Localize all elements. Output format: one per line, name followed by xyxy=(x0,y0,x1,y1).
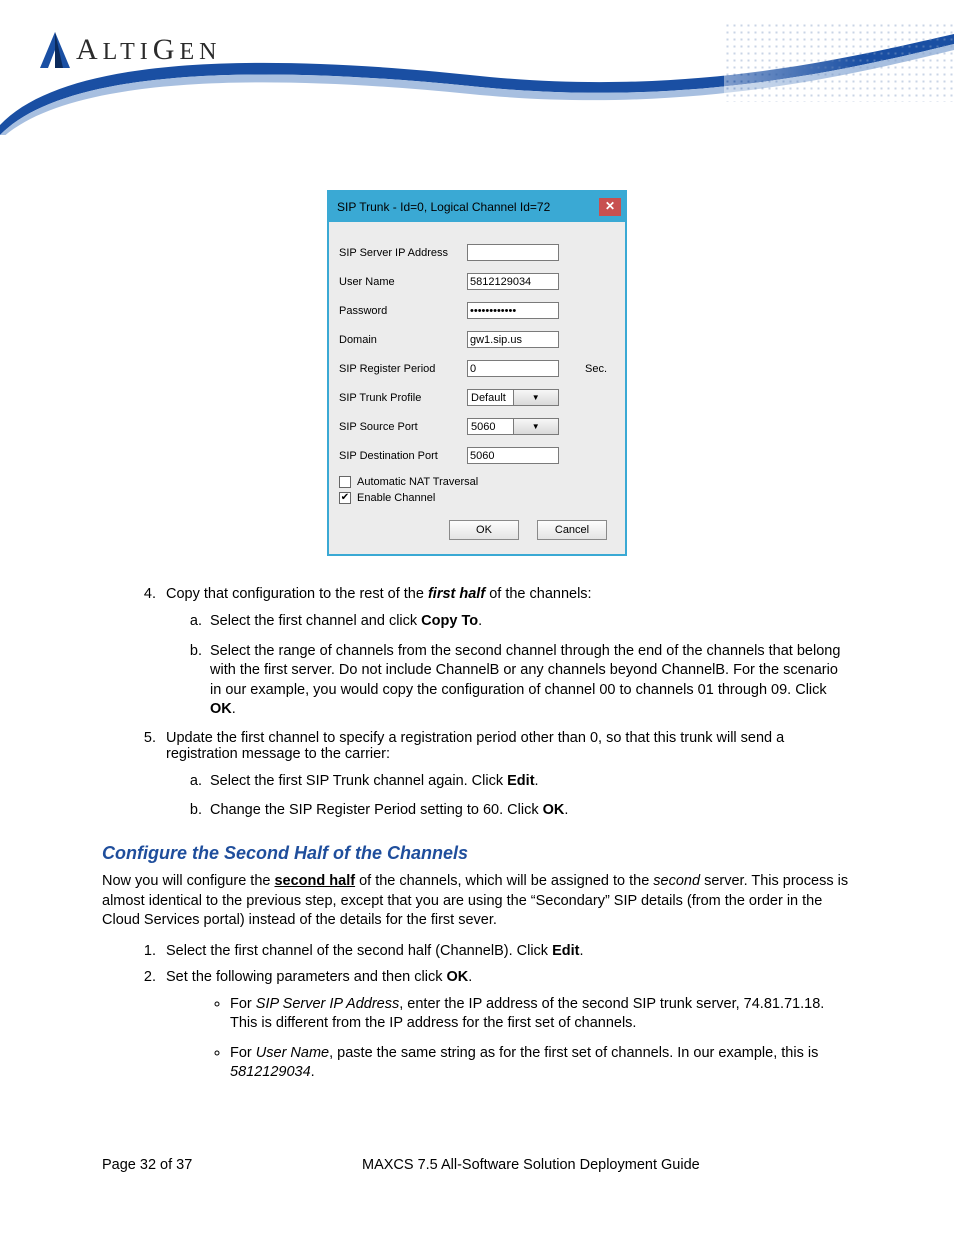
text-bold: OK xyxy=(210,701,232,717)
input-register-period[interactable] xyxy=(467,360,559,377)
label-domain: Domain xyxy=(339,334,467,346)
text-bold: OK xyxy=(543,802,565,818)
text-italic: second xyxy=(653,873,700,889)
text: of the channels, which will be assigned … xyxy=(355,873,653,889)
text: of the channels: xyxy=(485,586,591,602)
text: . xyxy=(535,773,539,789)
footer-page-number: Page 32 of 37 xyxy=(102,1157,362,1173)
list-item: For User Name, paste the same string as … xyxy=(230,1044,852,1083)
page-footer: Page 32 of 37 MAXCS 7.5 All-Software Sol… xyxy=(0,1157,954,1173)
brand-logo: ALTIGEN xyxy=(38,30,221,70)
text-italic: 5812129034 xyxy=(230,1064,311,1080)
list-item: Select the range of channels from the se… xyxy=(206,642,852,720)
combo-source-port-value: 5060 xyxy=(468,421,513,433)
text: For xyxy=(230,996,256,1012)
label-source-port: SIP Source Port xyxy=(339,421,467,433)
input-user-name[interactable] xyxy=(467,273,559,290)
list-item: Set the following parameters and then cl… xyxy=(160,969,852,1083)
input-password[interactable] xyxy=(467,302,559,319)
page-content: SIP Trunk - Id=0, Logical Channel Id=72 … xyxy=(0,135,954,1083)
chevron-down-icon: ▼ xyxy=(513,390,559,405)
text-italic: SIP Server IP Address xyxy=(256,996,399,1012)
sip-trunk-dialog: SIP Trunk - Id=0, Logical Channel Id=72 … xyxy=(327,190,627,556)
text: . xyxy=(311,1064,315,1080)
text-bold: Copy To xyxy=(421,613,478,629)
list-item: For SIP Server IP Address, enter the IP … xyxy=(230,995,852,1034)
dialog-title: SIP Trunk - Id=0, Logical Channel Id=72 xyxy=(337,200,599,214)
checkbox-enable-channel[interactable]: ✔ xyxy=(339,492,351,504)
text-bold: Edit xyxy=(552,943,579,959)
text-bold: Edit xyxy=(507,773,534,789)
label-user-name: User Name xyxy=(339,276,467,288)
combo-trunk-profile-value: Default xyxy=(468,392,513,404)
text: Change the SIP Register Period setting t… xyxy=(210,802,543,818)
text-bold: OK xyxy=(446,969,468,985)
text: Copy that configuration to the rest of t… xyxy=(166,586,428,602)
list-item: Select the first channel of the second h… xyxy=(160,943,852,959)
dialog-titlebar: SIP Trunk - Id=0, Logical Channel Id=72 … xyxy=(329,192,625,222)
list-item: Change the SIP Register Period setting t… xyxy=(206,801,852,821)
text: Update the first channel to specify a re… xyxy=(166,730,784,762)
label-auto-nat: Automatic NAT Traversal xyxy=(357,476,478,488)
label-password: Password xyxy=(339,305,467,317)
page-header: ALTIGEN xyxy=(0,0,954,135)
chevron-down-icon: ▼ xyxy=(513,419,559,434)
combo-trunk-profile[interactable]: Default ▼ xyxy=(467,389,559,406)
label-register-period: SIP Register Period xyxy=(339,363,467,375)
section-paragraph: Now you will configure the second half o… xyxy=(102,872,852,931)
text: For xyxy=(230,1045,256,1061)
checkbox-auto-nat[interactable] xyxy=(339,476,351,488)
label-enable-channel: Enable Channel xyxy=(357,492,435,504)
combo-source-port[interactable]: 5060 ▼ xyxy=(467,418,559,435)
instruction-list-2: Select the first channel of the second h… xyxy=(102,943,852,1083)
label-dest-port: SIP Destination Port xyxy=(339,450,467,462)
footer-doc-title: MAXCS 7.5 All-Software Solution Deployme… xyxy=(362,1157,852,1173)
text: . xyxy=(564,802,568,818)
text: . xyxy=(478,613,482,629)
input-sip-server-ip[interactable] xyxy=(467,244,559,261)
label-sip-server-ip: SIP Server IP Address xyxy=(339,247,467,259)
close-icon[interactable]: ✕ xyxy=(599,198,621,216)
list-item: Copy that configuration to the rest of t… xyxy=(160,586,852,720)
brand-text: ALTIGEN xyxy=(76,33,221,67)
header-dot-pattern xyxy=(724,22,954,102)
section-heading: Configure the Second Half of the Channel… xyxy=(102,843,852,864)
label-trunk-profile: SIP Trunk Profile xyxy=(339,392,467,404)
ok-button[interactable]: OK xyxy=(449,520,519,540)
text: Select the first channel and click xyxy=(210,613,421,629)
text-underline-bold: second half xyxy=(274,873,355,889)
brand-mark-icon xyxy=(38,30,72,70)
text: , paste the same string as for the first… xyxy=(329,1045,818,1061)
text: Select the first SIP Trunk channel again… xyxy=(210,773,507,789)
text: Now you will configure the xyxy=(102,873,274,889)
text: Select the range of channels from the se… xyxy=(210,643,840,698)
text: . xyxy=(468,969,472,985)
text-emphasis: first half xyxy=(428,586,485,602)
cancel-button[interactable]: Cancel xyxy=(537,520,607,540)
text: . xyxy=(579,943,583,959)
text: . xyxy=(232,701,236,717)
input-domain[interactable] xyxy=(467,331,559,348)
text-italic: User Name xyxy=(256,1045,329,1061)
input-dest-port[interactable] xyxy=(467,447,559,464)
text: Select the first channel of the second h… xyxy=(166,943,552,959)
label-register-period-suffix: Sec. xyxy=(585,363,607,375)
text: Set the following parameters and then cl… xyxy=(166,969,446,985)
list-item: Select the first channel and click Copy … xyxy=(206,612,852,632)
list-item: Select the first SIP Trunk channel again… xyxy=(206,772,852,792)
list-item: Update the first channel to specify a re… xyxy=(160,730,852,821)
instruction-list: Copy that configuration to the rest of t… xyxy=(102,586,852,821)
